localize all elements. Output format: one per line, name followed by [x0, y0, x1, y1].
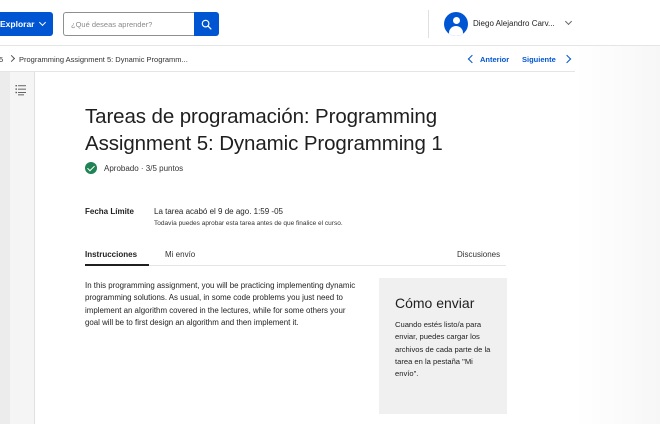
- tab-my-submission[interactable]: Mi envío: [165, 250, 195, 259]
- chevron-left-icon[interactable]: [467, 54, 477, 64]
- explore-label: Explorar: [0, 19, 35, 29]
- right-margin: [575, 46, 660, 424]
- status-text: Aprobado · 3/5 puntos: [104, 163, 184, 173]
- chevron-right-icon[interactable]: [562, 54, 572, 64]
- avatar-user-icon[interactable]: [444, 12, 468, 36]
- tab-discussions[interactable]: Discusiones: [457, 250, 500, 259]
- instructions-text: In this programming assignment, you will…: [85, 281, 356, 328]
- breadcrumb-item[interactable]: 5: [0, 55, 3, 64]
- search-input[interactable]: [63, 12, 194, 36]
- user-name[interactable]: Diego Alejandro Carv...: [473, 19, 555, 28]
- tab-instructions[interactable]: Instrucciones: [85, 250, 137, 259]
- breadcrumb-current: Programming Assignment 5: Dynamic Progra…: [19, 55, 188, 64]
- chevron-down-icon[interactable]: [564, 17, 573, 26]
- explore-button[interactable]: Explorar: [0, 12, 53, 36]
- due-date-note: Todavía puedes aprobar esta tarea antes …: [154, 220, 343, 227]
- how-to-submit-panel: Cómo enviar Cuando estés listo/a para en…: [379, 278, 507, 414]
- assignment-page: Explorar Diego Alejandro Carv... 5 Progr…: [0, 0, 660, 424]
- chevron-down-icon: [38, 18, 46, 27]
- due-date-text: La tarea acabó el 9 de ago. 1:59 -05: [154, 207, 283, 216]
- panel-body: Cuando estés listo/a para enviar, puedes…: [395, 320, 491, 379]
- previous-button[interactable]: Anterior: [480, 55, 509, 64]
- left-sidebar: [0, 72, 35, 424]
- next-button[interactable]: Siguiente: [522, 55, 556, 64]
- search-icon: [201, 19, 212, 30]
- search-button[interactable]: [194, 12, 219, 36]
- breadcrumb: 5 Programming Assignment 5: Dynamic Prog…: [0, 46, 575, 72]
- header-divider: [428, 10, 429, 38]
- grade-status: Aprobado · 3/5 puntos: [85, 162, 183, 174]
- check-circle-icon: [85, 162, 97, 174]
- panel-title: Cómo enviar: [395, 295, 475, 311]
- due-date-label: Fecha Límite: [85, 207, 134, 216]
- top-header: Explorar Diego Alejandro Carv...: [0, 0, 660, 46]
- search-bar: [63, 12, 219, 36]
- chevron-right-icon: [7, 54, 16, 63]
- table-of-contents-icon[interactable]: [15, 84, 27, 96]
- page-title: Tareas de programación: Programming Assi…: [85, 105, 443, 155]
- active-tab-indicator: [85, 264, 149, 266]
- sidebar-collapsed-panel: [0, 72, 10, 424]
